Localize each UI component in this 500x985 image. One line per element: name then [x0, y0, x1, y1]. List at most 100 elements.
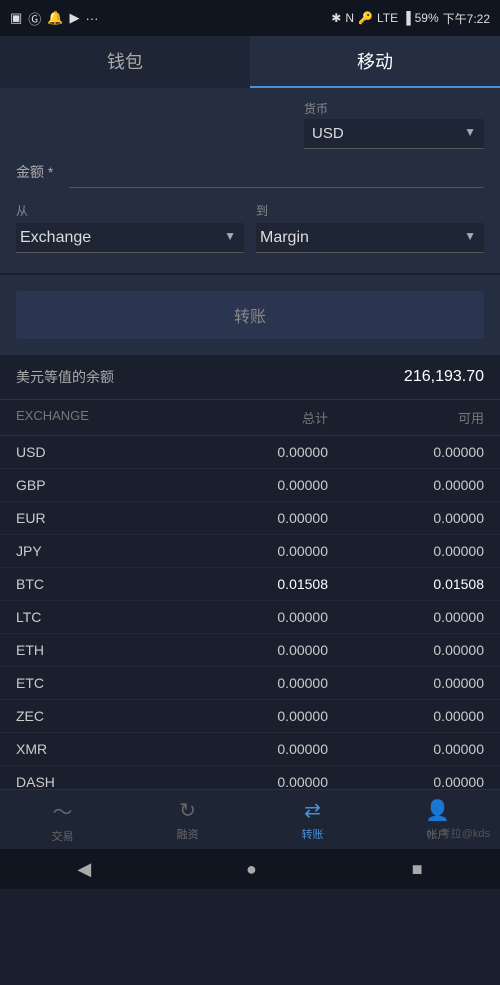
table-row: USD0.000000.00000: [0, 436, 500, 469]
td-total: 0.00000: [172, 510, 328, 526]
to-select[interactable]: Margin Exchange Funding: [256, 223, 484, 253]
transfer-btn-area: 转账: [0, 275, 500, 355]
time: 下午7:22: [443, 10, 490, 27]
from-label: 从: [16, 202, 244, 219]
td-total: 0.01508: [172, 576, 328, 592]
to-label: 到: [256, 202, 484, 219]
top-tabs: 钱包 移动: [0, 36, 500, 88]
td-available: 0.00000: [328, 609, 484, 625]
play-icon: ▶: [70, 10, 80, 26]
td-total: 0.00000: [172, 609, 328, 625]
currency-select-wrapper: 货币 USD BTC ETH LTC EUR ▼: [304, 100, 484, 149]
td-available: 0.00000: [328, 510, 484, 526]
nav-transfer-label: 转账: [302, 826, 324, 842]
table-rows: USD0.000000.00000GBP0.000000.00000EUR0.0…: [0, 436, 500, 832]
td-available: 0.00000: [328, 708, 484, 724]
table-row: ETH0.000000.00000: [0, 634, 500, 667]
nav-funding-label: 融资: [177, 826, 199, 842]
from-to-row: 从 Exchange Margin Funding ▼ 到 Margin Exc…: [16, 202, 484, 253]
td-total: 0.00000: [172, 477, 328, 493]
status-bar: ▣ Ⓖ 🔔 ▶ ··· ✱ N 🔑 LTE ▐ 59% 下午7:22: [0, 0, 500, 36]
nav-transfer[interactable]: ⇄ 转账: [250, 790, 375, 849]
td-currency: DASH: [16, 774, 172, 790]
currency-label: 货币: [304, 100, 484, 117]
notification-icon: 🔔: [47, 10, 63, 26]
table-header: EXCHANGE 总计 可用: [0, 400, 500, 436]
status-left-icons: ▣ Ⓖ 🔔 ▶ ···: [10, 9, 99, 28]
td-currency: XMR: [16, 741, 172, 757]
td-available: 0.00000: [328, 642, 484, 658]
td-currency: ETC: [16, 675, 172, 691]
nav-trade-label: 交易: [52, 828, 74, 844]
td-available: 0.00000: [328, 477, 484, 493]
td-currency: EUR: [16, 510, 172, 526]
amount-input[interactable]: [69, 157, 484, 188]
table-row: ZEC0.000000.00000: [0, 700, 500, 733]
amount-label: 金额 *: [16, 162, 53, 188]
currency-row: 货币 USD BTC ETH LTC EUR ▼: [16, 100, 484, 149]
tab-move[interactable]: 移动: [250, 36, 500, 88]
table-row: EUR0.000000.00000: [0, 502, 500, 535]
td-available: 0.01508: [328, 576, 484, 592]
td-currency: JPY: [16, 543, 172, 559]
android-nav-bar: ◀ ● ■: [0, 849, 500, 889]
app-icon-1: ▣: [10, 10, 22, 26]
td-currency: ETH: [16, 642, 172, 658]
tab-wallet[interactable]: 钱包: [0, 36, 250, 88]
table-section: EXCHANGE 总计 可用 USD0.000000.00000GBP0.000…: [0, 400, 500, 832]
dots: ···: [86, 11, 99, 26]
header-available: 可用: [328, 408, 484, 427]
account-icon: 👤: [425, 798, 450, 823]
td-currency: GBP: [16, 477, 172, 493]
table-row: JPY0.000000.00000: [0, 535, 500, 568]
td-total: 0.00000: [172, 741, 328, 757]
balance-value: 216,193.70: [404, 368, 484, 386]
table-row: GBP0.000000.00000: [0, 469, 500, 502]
td-total: 0.00000: [172, 774, 328, 790]
form-area: 货币 USD BTC ETH LTC EUR ▼ 金额 * 从 Exchange…: [0, 88, 500, 273]
table-row: ETC0.000000.00000: [0, 667, 500, 700]
recents-button[interactable]: ■: [412, 859, 423, 880]
td-available: 0.00000: [328, 444, 484, 460]
from-select[interactable]: Exchange Margin Funding: [16, 223, 244, 253]
currency-select[interactable]: USD BTC ETH LTC EUR: [304, 119, 484, 149]
signal-icon: ▐: [402, 11, 411, 25]
nfc-icon: N: [345, 11, 354, 25]
app-icon-2: Ⓖ: [28, 9, 41, 28]
table-scroll-area: EXCHANGE 总计 可用 USD0.000000.00000GBP0.000…: [0, 400, 500, 985]
status-right-icons: ✱ N 🔑 LTE ▐ 59% 下午7:22: [331, 10, 490, 27]
funding-icon: ↻: [179, 798, 196, 823]
td-total: 0.00000: [172, 675, 328, 691]
table-row: BTC0.015080.01508: [0, 568, 500, 601]
td-total: 0.00000: [172, 642, 328, 658]
td-available: 0.00000: [328, 675, 484, 691]
header-total: 总计: [172, 408, 328, 427]
td-total: 0.00000: [172, 444, 328, 460]
nav-trade[interactable]: 〜 交易: [0, 790, 125, 849]
key-icon: 🔑: [358, 11, 373, 25]
home-button[interactable]: ●: [246, 859, 257, 880]
section-label: EXCHANGE: [16, 408, 172, 427]
td-currency: USD: [16, 444, 172, 460]
td-total: 0.00000: [172, 708, 328, 724]
td-currency: BTC: [16, 576, 172, 592]
td-available: 0.00000: [328, 774, 484, 790]
td-currency: LTC: [16, 609, 172, 625]
to-group: 到 Margin Exchange Funding ▼: [256, 202, 484, 253]
td-currency: ZEC: [16, 708, 172, 724]
transfer-button[interactable]: 转账: [16, 291, 484, 339]
amount-row: 金额 *: [16, 157, 484, 188]
td-available: 0.00000: [328, 741, 484, 757]
watermark: 考拉@kds: [440, 825, 490, 841]
bottom-nav: 〜 交易 ↻ 融资 ⇄ 转账 👤 帐户: [0, 789, 500, 849]
transfer-icon: ⇄: [304, 798, 321, 823]
nav-funding[interactable]: ↻ 融资: [125, 790, 250, 849]
table-row: XMR0.000000.00000: [0, 733, 500, 766]
back-button[interactable]: ◀: [77, 859, 91, 880]
balance-label: 美元等值的余额: [16, 367, 114, 387]
battery-icon: 59%: [415, 11, 439, 25]
bluetooth-icon: ✱: [331, 11, 341, 25]
lte-icon: LTE: [377, 11, 398, 25]
td-available: 0.00000: [328, 543, 484, 559]
table-row: LTC0.000000.00000: [0, 601, 500, 634]
